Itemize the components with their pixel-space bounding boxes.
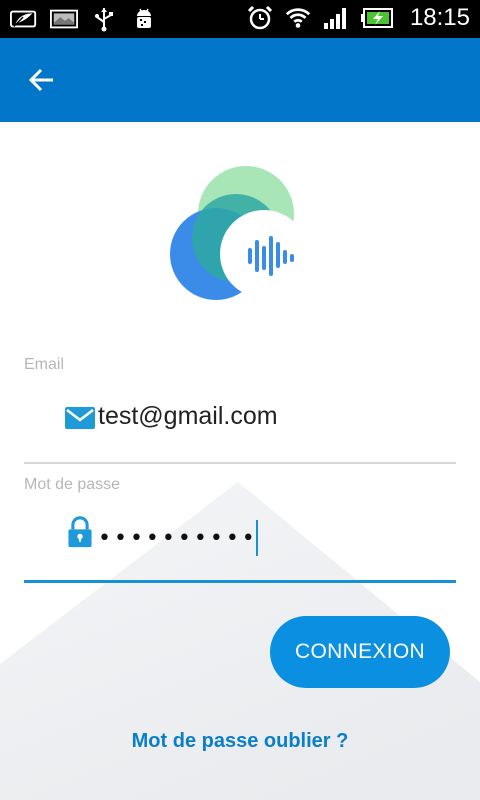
password-underline (24, 580, 456, 583)
email-value: test@gmail.com (98, 402, 278, 430)
password-label: Mot de passe (24, 476, 121, 493)
alarm-icon (246, 5, 274, 31)
app-bar (0, 38, 480, 122)
envelope-icon (65, 407, 95, 429)
email-underline (24, 462, 456, 464)
android-icon (130, 6, 158, 32)
status-right-icons: 18:15 (246, 4, 470, 32)
arrow-left-icon (28, 68, 53, 92)
forgot-password-link[interactable]: Mot de passe oublier ? (0, 730, 480, 753)
signal-icon (322, 5, 350, 31)
battery-charging-icon (360, 5, 394, 31)
voice-wave-logo (170, 166, 306, 300)
email-label: Email (24, 356, 65, 373)
status-left-icons (10, 6, 158, 32)
password-field[interactable]: •••••••••• (24, 512, 456, 572)
status-time: 18:15 (409, 4, 470, 31)
email-field[interactable]: test@gmail.com (24, 390, 456, 450)
usb-icon (90, 6, 118, 32)
back-button[interactable] (22, 64, 62, 96)
image-icon (50, 6, 78, 32)
status-bar: 18:15 (0, 0, 480, 38)
wifi-icon (284, 5, 312, 31)
password-value: •••••••••• (98, 526, 258, 551)
lock-icon (68, 516, 92, 548)
text-caret (256, 520, 258, 556)
connexion-button[interactable]: CONNEXION (270, 616, 450, 688)
leaf-icon (10, 6, 38, 32)
